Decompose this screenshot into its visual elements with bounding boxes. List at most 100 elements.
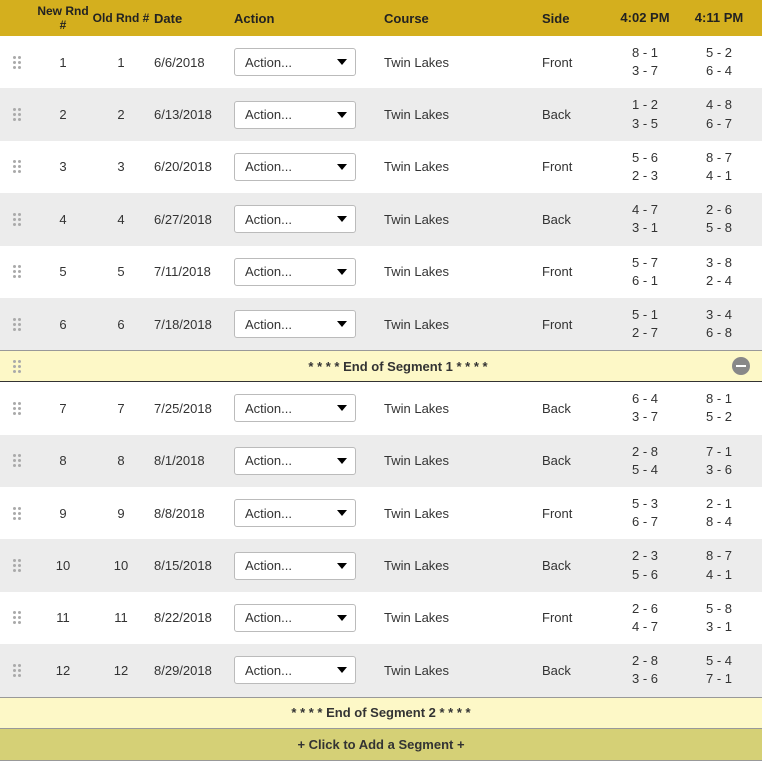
table-row: 888/1/2018Action...Twin LakesBack2 - 85 … bbox=[0, 435, 762, 487]
drag-handle-icon[interactable] bbox=[9, 660, 25, 681]
cell-time2: 8 - 74 - 1 bbox=[682, 547, 756, 583]
cell-course: Twin Lakes bbox=[378, 558, 538, 573]
table-row: 557/11/2018Action...Twin LakesFront5 - 7… bbox=[0, 246, 762, 298]
cell-old-rnd: 4 bbox=[92, 212, 150, 227]
cell-course: Twin Lakes bbox=[378, 610, 538, 625]
cell-side: Front bbox=[538, 317, 608, 332]
cell-time2: 8 - 15 - 2 bbox=[682, 390, 756, 426]
table-header: New Rnd # Old Rnd # Date Action Course S… bbox=[0, 0, 762, 36]
cell-time1: 2 - 35 - 6 bbox=[608, 547, 682, 583]
action-select[interactable]: Action... bbox=[234, 552, 356, 580]
header-course: Course bbox=[378, 11, 538, 26]
cell-course: Twin Lakes bbox=[378, 264, 538, 279]
table-row: 336/20/2018Action...Twin LakesFront5 - 6… bbox=[0, 141, 762, 193]
cell-date: 8/22/2018 bbox=[150, 610, 234, 625]
cell-side: Back bbox=[538, 663, 608, 678]
action-select[interactable]: Action... bbox=[234, 604, 356, 632]
cell-side: Front bbox=[538, 55, 608, 70]
drag-handle-icon[interactable] bbox=[9, 503, 25, 524]
cell-old-rnd: 12 bbox=[92, 663, 150, 678]
drag-handle-icon[interactable] bbox=[9, 209, 25, 230]
cell-side: Front bbox=[538, 506, 608, 521]
cell-time2: 4 - 86 - 7 bbox=[682, 96, 756, 132]
drag-handle-icon[interactable] bbox=[9, 104, 25, 125]
cell-time2: 5 - 26 - 4 bbox=[682, 44, 756, 80]
action-select[interactable]: Action... bbox=[234, 205, 356, 233]
cell-time2: 3 - 46 - 8 bbox=[682, 306, 756, 342]
drag-handle-icon[interactable] bbox=[9, 450, 25, 471]
header-time2: 4:11 PM bbox=[682, 9, 756, 27]
cell-course: Twin Lakes bbox=[378, 159, 538, 174]
cell-side: Back bbox=[538, 558, 608, 573]
cell-time2: 5 - 83 - 1 bbox=[682, 600, 756, 636]
add-segment-button[interactable]: + Click to Add a Segment + bbox=[0, 729, 762, 761]
cell-new-rnd: 2 bbox=[34, 107, 92, 122]
table-row: 446/27/2018Action...Twin LakesBack4 - 73… bbox=[0, 193, 762, 245]
cell-time2: 5 - 47 - 1 bbox=[682, 652, 756, 688]
cell-time1: 4 - 73 - 1 bbox=[608, 201, 682, 237]
cell-course: Twin Lakes bbox=[378, 663, 538, 678]
cell-date: 6/6/2018 bbox=[150, 55, 234, 70]
cell-new-rnd: 11 bbox=[34, 610, 92, 625]
cell-date: 8/15/2018 bbox=[150, 558, 234, 573]
cell-old-rnd: 1 bbox=[92, 55, 150, 70]
cell-old-rnd: 3 bbox=[92, 159, 150, 174]
cell-date: 6/20/2018 bbox=[150, 159, 234, 174]
cell-course: Twin Lakes bbox=[378, 212, 538, 227]
cell-time1: 2 - 83 - 6 bbox=[608, 652, 682, 688]
drag-handle-icon[interactable] bbox=[9, 555, 25, 576]
cell-new-rnd: 3 bbox=[34, 159, 92, 174]
cell-date: 7/25/2018 bbox=[150, 401, 234, 416]
cell-side: Back bbox=[538, 212, 608, 227]
drag-handle-icon[interactable] bbox=[9, 156, 25, 177]
drag-handle-icon[interactable] bbox=[9, 356, 25, 377]
action-select[interactable]: Action... bbox=[234, 153, 356, 181]
drag-handle-icon[interactable] bbox=[9, 314, 25, 335]
cell-date: 7/11/2018 bbox=[150, 264, 234, 279]
table-row: 667/18/2018Action...Twin LakesFront5 - 1… bbox=[0, 298, 762, 350]
cell-old-rnd: 8 bbox=[92, 453, 150, 468]
action-select[interactable]: Action... bbox=[234, 48, 356, 76]
cell-new-rnd: 7 bbox=[34, 401, 92, 416]
drag-handle-icon[interactable] bbox=[9, 398, 25, 419]
action-select[interactable]: Action... bbox=[234, 101, 356, 129]
action-select[interactable]: Action... bbox=[234, 258, 356, 286]
cell-old-rnd: 7 bbox=[92, 401, 150, 416]
action-select[interactable]: Action... bbox=[234, 447, 356, 475]
table-row: 11118/22/2018Action...Twin LakesFront2 -… bbox=[0, 592, 762, 644]
cell-time1: 2 - 64 - 7 bbox=[608, 600, 682, 636]
drag-handle-icon[interactable] bbox=[9, 261, 25, 282]
drag-handle-icon[interactable] bbox=[9, 607, 25, 628]
cell-date: 6/27/2018 bbox=[150, 212, 234, 227]
segment-1-end: * * * * End of Segment 1 * * * * bbox=[0, 350, 762, 382]
table-row: 12128/29/2018Action...Twin LakesBack2 - … bbox=[0, 644, 762, 696]
cell-old-rnd: 6 bbox=[92, 317, 150, 332]
header-side: Side bbox=[538, 11, 608, 26]
action-select[interactable]: Action... bbox=[234, 310, 356, 338]
cell-new-rnd: 5 bbox=[34, 264, 92, 279]
cell-time1: 5 - 62 - 3 bbox=[608, 149, 682, 185]
cell-side: Back bbox=[538, 453, 608, 468]
cell-time1: 6 - 43 - 7 bbox=[608, 390, 682, 426]
cell-date: 7/18/2018 bbox=[150, 317, 234, 332]
cell-time2: 8 - 74 - 1 bbox=[682, 149, 756, 185]
action-select[interactable]: Action... bbox=[234, 394, 356, 422]
cell-date: 8/8/2018 bbox=[150, 506, 234, 521]
table-row: 998/8/2018Action...Twin LakesFront5 - 36… bbox=[0, 487, 762, 539]
action-select[interactable]: Action... bbox=[234, 656, 356, 684]
cell-course: Twin Lakes bbox=[378, 107, 538, 122]
table-row: 777/25/2018Action...Twin LakesBack6 - 43… bbox=[0, 382, 762, 434]
cell-side: Front bbox=[538, 264, 608, 279]
drag-handle-icon[interactable] bbox=[9, 52, 25, 73]
cell-course: Twin Lakes bbox=[378, 506, 538, 521]
action-select[interactable]: Action... bbox=[234, 499, 356, 527]
cell-new-rnd: 6 bbox=[34, 317, 92, 332]
table-row: 116/6/2018Action...Twin LakesFront8 - 13… bbox=[0, 36, 762, 88]
cell-old-rnd: 9 bbox=[92, 506, 150, 521]
table-row: 226/13/2018Action...Twin LakesBack1 - 23… bbox=[0, 88, 762, 140]
cell-new-rnd: 9 bbox=[34, 506, 92, 521]
header-date: Date bbox=[150, 11, 234, 26]
segment-2-body: 777/25/2018Action...Twin LakesBack6 - 43… bbox=[0, 382, 762, 696]
cell-time1: 8 - 13 - 7 bbox=[608, 44, 682, 80]
cell-new-rnd: 8 bbox=[34, 453, 92, 468]
